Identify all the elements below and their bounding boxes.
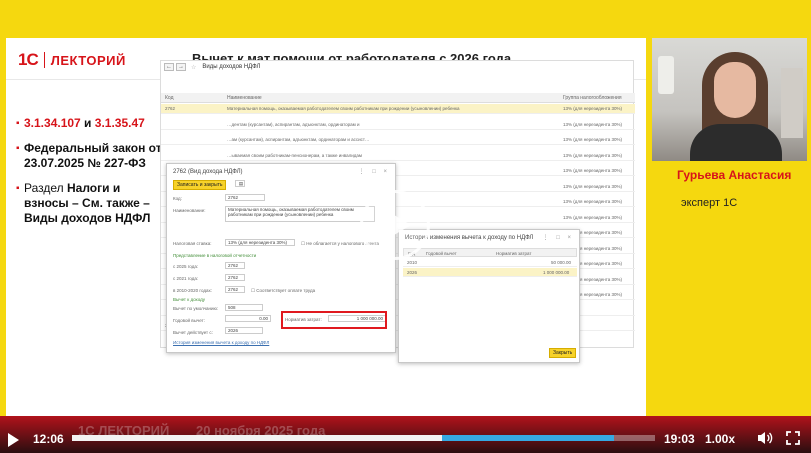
star-icon[interactable]: ☆ xyxy=(191,64,196,71)
deduction-history-window: История изменения вычета к доходу по НДФ… xyxy=(398,229,580,363)
rate-field[interactable]: 13% (для нерезидента 30%) xyxy=(225,239,295,246)
window-controls[interactable]: ⋮ □ × xyxy=(543,234,574,241)
list-icon[interactable]: ▤ xyxy=(235,180,245,187)
default-deduction-label: Вычет по умолчанию: xyxy=(173,306,219,311)
norm-cell: 1 000 000.00 xyxy=(543,270,570,275)
annual-deduction-field[interactable]: 0.00 xyxy=(225,315,271,322)
bullet-item: Раздел Налоги и взносы – См. также – Вид… xyxy=(16,181,166,226)
table-row[interactable]: …дентам (курсантам), аспирантам, адъюнкт… xyxy=(161,120,635,130)
group-cell: 13% (для нерезидента 30%) xyxy=(563,168,623,173)
card-title: 2762 (Вид дохода НДФЛ) xyxy=(173,169,243,175)
group-cell: 13% (для нерезидента 30%) xyxy=(563,183,623,189)
presenter-name: Гурьева Анастасия xyxy=(677,168,792,182)
bullet-list: 3.1.34.107 и 3.1.35.47 Федеральный закон… xyxy=(16,116,166,236)
buffered-progress xyxy=(442,435,615,441)
code-label: Код: xyxy=(173,196,182,201)
total-time: 19:03 xyxy=(664,432,695,446)
norm-costs-highlight xyxy=(281,311,387,329)
app-title: Виды доходов НДФЛ xyxy=(202,64,261,70)
since-2025-field[interactable]: 2762 xyxy=(225,262,245,269)
year-cell: 2010 xyxy=(407,260,418,265)
years-2010-2020-field[interactable]: 2762 xyxy=(225,286,245,293)
code-cell: 2762 xyxy=(165,106,176,111)
since-2021-label: с 2021 года: xyxy=(173,276,199,281)
bullet-item: Федеральный закон от 23.07.2025 № 227-ФЗ xyxy=(16,141,166,171)
presenter-video xyxy=(652,38,807,161)
table-row[interactable]: …ываемая своим работникам-пенсионерам, а… xyxy=(161,151,635,161)
fullscreen-icon[interactable] xyxy=(786,431,800,445)
played-progress xyxy=(72,435,443,441)
annual-deduction-label: Годовой вычет: xyxy=(173,318,205,323)
table-row[interactable]: 2010 50 000.00 xyxy=(403,258,577,267)
since-2025-label: с 2025 года: xyxy=(173,264,199,269)
valid-from-label: Вычет действует с: xyxy=(173,330,213,335)
logo-separator xyxy=(43,52,45,68)
norm-cell: 50 000.00 xyxy=(551,260,572,265)
table-row[interactable]: 2762 Материальная помощь, оказываемая раб… xyxy=(161,104,635,114)
window-controls[interactable]: ⋮ □ × xyxy=(359,168,390,175)
play-overlay-icon[interactable] xyxy=(360,190,430,260)
close-button[interactable]: Закрыть xyxy=(549,348,577,358)
column-group[interactable]: Группа налогообложения xyxy=(563,95,622,101)
name-cell: …дентам (курсантам), аспирантам, адъюнкт… xyxy=(227,121,360,127)
grid-header: Код Наименование Группа налогообложения xyxy=(161,93,635,103)
name-cell: …ам (курсантам), аспирантам, адъюнктам, … xyxy=(227,137,370,142)
bullet-item: 3.1.34.107 и 3.1.35.47 xyxy=(16,116,166,131)
valid-from-field[interactable]: 2026 xyxy=(225,327,263,334)
seek-bar[interactable] xyxy=(72,435,655,441)
group-cell: 13% (для нерезидента 30%) xyxy=(563,199,623,204)
forward-button[interactable]: → xyxy=(176,63,186,71)
play-icon[interactable] xyxy=(8,433,19,447)
presenter-role: эксперт 1С xyxy=(681,197,738,209)
labor-pay-checkbox[interactable]: ☐ Соответствует оплате труда xyxy=(251,288,315,294)
app-toolbar: ← → ☆ Виды доходов НДФЛ xyxy=(161,61,633,73)
column-name[interactable]: Наименование xyxy=(227,95,262,101)
back-button[interactable]: ← xyxy=(164,63,174,71)
logo-mark: 1С xyxy=(18,50,39,69)
bullet-prefix: Раздел xyxy=(24,181,67,195)
table-row[interactable]: …ам (курсантам), аспирантам, адъюнктам, … xyxy=(161,135,635,145)
group-cell: 13% (для нерезидента 30%) xyxy=(563,214,623,220)
bullet-ref-1: 3.1.34.107 xyxy=(24,116,81,130)
volume-icon[interactable] xyxy=(757,431,773,445)
name-cell: …ываемая своим работникам-пенсионерам, а… xyxy=(227,152,363,158)
deduction-section: Вычет к доходу xyxy=(173,297,206,302)
labor-pay-label: Соответствует оплате труда xyxy=(256,288,316,293)
playback-speed[interactable]: 1.00x xyxy=(705,432,735,446)
column-norm[interactable]: Норматив затрат xyxy=(496,251,531,256)
name-field[interactable]: Материальная помощь, оказываемая работод… xyxy=(225,206,375,222)
table-row[interactable]: 2026 1 000 000.00 xyxy=(403,268,577,277)
bullet-ref-mid: и xyxy=(80,116,95,130)
column-code[interactable]: Код xyxy=(165,95,174,101)
default-deduction-field[interactable]: 508 xyxy=(225,304,263,311)
years-2010-2020-label: в 2010-2020 годах: xyxy=(173,288,212,293)
group-cell: 13% (для нерезидента 30%) xyxy=(563,152,623,158)
rate-label: Налоговая ставка: xyxy=(173,241,212,246)
code-field[interactable]: 2762 xyxy=(225,194,265,201)
bullet-ref-2: 3.1.35.47 xyxy=(94,116,145,130)
reporting-section: Представление в налоговой отчетности xyxy=(173,253,257,258)
deduction-history-link[interactable]: История изменения вычета к доходу по НДФ… xyxy=(173,340,269,345)
name-cell: Материальная помощь, оказываемая работод… xyxy=(227,106,460,111)
year-cell: 2026 xyxy=(407,270,418,275)
group-cell: 13% (для нерезидента 30%) xyxy=(563,137,623,142)
logo-text: ЛЕКТОРИЙ xyxy=(50,52,126,68)
since-2021-field[interactable]: 2762 xyxy=(225,274,245,281)
lektoriy-logo: 1С ЛЕКТОРИЙ xyxy=(18,50,126,70)
history-grid-header: Год Годовой вычет Норматив затрат xyxy=(403,248,577,257)
save-and-close-button[interactable]: Записать и закрыть xyxy=(173,180,227,190)
current-time: 12:06 xyxy=(33,432,64,446)
group-cell: 13% (для нерезидента 30%) xyxy=(563,121,623,127)
name-label: Наименование: xyxy=(173,208,206,213)
column-annual[interactable]: Годовой вычет xyxy=(426,251,457,256)
group-cell: 13% (для нерезидента 30%) xyxy=(563,106,623,111)
video-player-controls: 12:06 19:03 1.00x xyxy=(0,426,811,453)
